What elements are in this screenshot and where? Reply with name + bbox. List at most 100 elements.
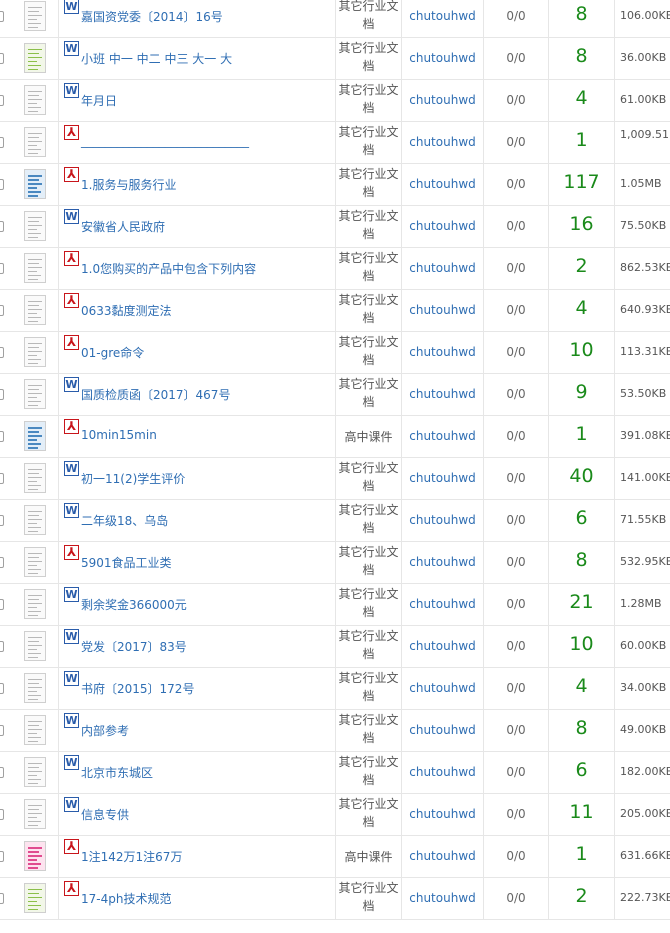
uploader-link[interactable]: chutouhwd	[402, 387, 483, 401]
row-checkbox[interactable]	[0, 347, 4, 358]
row-checkbox[interactable]	[0, 431, 4, 442]
page-count: 2	[575, 885, 588, 907]
row-checkbox[interactable]	[0, 179, 4, 190]
document-thumbnail[interactable]	[24, 379, 46, 409]
row-checkbox[interactable]	[0, 389, 4, 400]
document-thumbnail[interactable]	[24, 547, 46, 577]
uploader-link[interactable]: chutouhwd	[402, 849, 483, 863]
document-thumbnail[interactable]	[24, 169, 46, 199]
document-thumbnail[interactable]	[24, 505, 46, 535]
rating-ratio: 0/0	[506, 261, 526, 275]
document-title-link[interactable]: 初一11(2)学生评价	[81, 470, 185, 487]
uploader-link[interactable]: chutouhwd	[402, 429, 483, 443]
document-thumbnail[interactable]	[24, 211, 46, 241]
row-checkbox[interactable]	[0, 95, 4, 106]
row-checkbox[interactable]	[0, 305, 4, 316]
row-checkbox[interactable]	[0, 599, 4, 610]
row-checkbox[interactable]	[0, 893, 4, 904]
uploader-link[interactable]: chutouhwd	[402, 513, 483, 527]
document-title-link[interactable]: 信息专供	[81, 806, 129, 823]
document-title-link[interactable]: 0633黏度测定法	[81, 302, 172, 319]
row-checkbox[interactable]	[0, 725, 4, 736]
document-thumbnail[interactable]	[24, 799, 46, 829]
document-title-link[interactable]: 小班 中一 中二 中三 大一 大	[81, 50, 232, 67]
row-checkbox[interactable]	[0, 641, 4, 652]
document-title-link[interactable]: 内部参考	[81, 722, 129, 739]
document-thumbnail[interactable]	[24, 673, 46, 703]
document-title-link[interactable]: 1注142万1注67万	[81, 848, 182, 865]
rating-ratio: 0/0	[506, 597, 526, 611]
document-title-link[interactable]: 北京市东城区	[81, 764, 153, 781]
page-count: 8	[575, 549, 588, 571]
uploader-link[interactable]: chutouhwd	[402, 51, 483, 65]
row-checkbox[interactable]	[0, 683, 4, 694]
document-title-link[interactable]: 嘉国资党委〔2014〕16号	[81, 8, 223, 25]
row-checkbox[interactable]	[0, 53, 4, 64]
rating-ratio: 0/0	[506, 93, 526, 107]
uploader-link[interactable]: chutouhwd	[402, 219, 483, 233]
document-title-link[interactable]: 17-4ph技术规范	[81, 890, 171, 907]
row-checkbox[interactable]	[0, 11, 4, 22]
document-title-link[interactable]: 书府〔2015〕172号	[81, 680, 194, 697]
document-thumbnail[interactable]	[24, 757, 46, 787]
document-title-link[interactable]: ____________________________	[81, 134, 249, 148]
uploader-link[interactable]: chutouhwd	[402, 639, 483, 653]
document-title-link[interactable]: 1.0您购买的产品中包含下列内容	[81, 260, 256, 277]
document-title-link[interactable]: 剩余奖金366000元	[81, 596, 187, 613]
row-checkbox[interactable]	[0, 809, 4, 820]
document-thumbnail[interactable]	[24, 883, 46, 913]
document-title-link[interactable]: 国质检质函〔2017〕467号	[81, 386, 230, 403]
document-thumbnail[interactable]	[24, 43, 46, 73]
document-category: 其它行业文档	[338, 713, 399, 745]
document-thumbnail[interactable]	[24, 127, 46, 157]
row-checkbox[interactable]	[0, 221, 4, 232]
document-thumbnail[interactable]	[24, 85, 46, 115]
document-title-link[interactable]: 01-gre命令	[81, 344, 144, 361]
uploader-link[interactable]: chutouhwd	[402, 345, 483, 359]
document-title-link[interactable]: 10min15min	[81, 428, 157, 442]
document-title-link[interactable]: 安徽省人民政府	[81, 218, 165, 235]
uploader-link[interactable]: chutouhwd	[402, 93, 483, 107]
document-title-link[interactable]: 二年级18、乌岛	[81, 512, 168, 529]
uploader-link[interactable]: chutouhwd	[402, 681, 483, 695]
document-category: 其它行业文档	[338, 209, 399, 241]
document-thumbnail[interactable]	[24, 631, 46, 661]
document-thumbnail[interactable]	[24, 421, 46, 451]
document-thumbnail[interactable]	[24, 295, 46, 325]
document-title-link[interactable]: 年月日	[81, 92, 117, 109]
rating-ratio: 0/0	[506, 723, 526, 737]
uploader-link[interactable]: chutouhwd	[402, 807, 483, 821]
uploader-link[interactable]: chutouhwd	[402, 471, 483, 485]
document-title-link[interactable]: 党发〔2017〕83号	[81, 638, 187, 655]
document-thumbnail[interactable]	[24, 337, 46, 367]
uploader-link[interactable]: chutouhwd	[402, 303, 483, 317]
uploader-link[interactable]: chutouhwd	[402, 765, 483, 779]
row-checkbox[interactable]	[0, 473, 4, 484]
row-checkbox[interactable]	[0, 137, 4, 148]
uploader-link[interactable]: chutouhwd	[402, 723, 483, 737]
document-thumbnail[interactable]	[24, 1, 46, 31]
uploader-link[interactable]: chutouhwd	[402, 891, 483, 905]
row-checkbox[interactable]	[0, 851, 4, 862]
row-checkbox[interactable]	[0, 767, 4, 778]
document-thumbnail[interactable]	[24, 715, 46, 745]
document-thumbnail[interactable]	[24, 589, 46, 619]
row-checkbox[interactable]	[0, 263, 4, 274]
document-thumbnail[interactable]	[24, 841, 46, 871]
document-title-link[interactable]: 1.服务与服务行业	[81, 176, 176, 193]
table-row: W 党发〔2017〕83号 其它行业文档 chutouhwd 0/0 10 60…	[0, 626, 670, 668]
uploader-link[interactable]: chutouhwd	[402, 555, 483, 569]
document-thumbnail[interactable]	[24, 253, 46, 283]
word-doc-icon: W	[64, 587, 79, 602]
document-thumbnail[interactable]	[24, 463, 46, 493]
uploader-link[interactable]: chutouhwd	[402, 135, 483, 149]
document-category: 其它行业文档	[338, 671, 399, 703]
uploader-link[interactable]: chutouhwd	[402, 597, 483, 611]
uploader-link[interactable]: chutouhwd	[402, 177, 483, 191]
page-count: 8	[575, 45, 588, 67]
row-checkbox[interactable]	[0, 515, 4, 526]
row-checkbox[interactable]	[0, 557, 4, 568]
uploader-link[interactable]: chutouhwd	[402, 261, 483, 275]
document-title-link[interactable]: 5901食品工业类	[81, 554, 172, 571]
uploader-link[interactable]: chutouhwd	[402, 9, 483, 23]
